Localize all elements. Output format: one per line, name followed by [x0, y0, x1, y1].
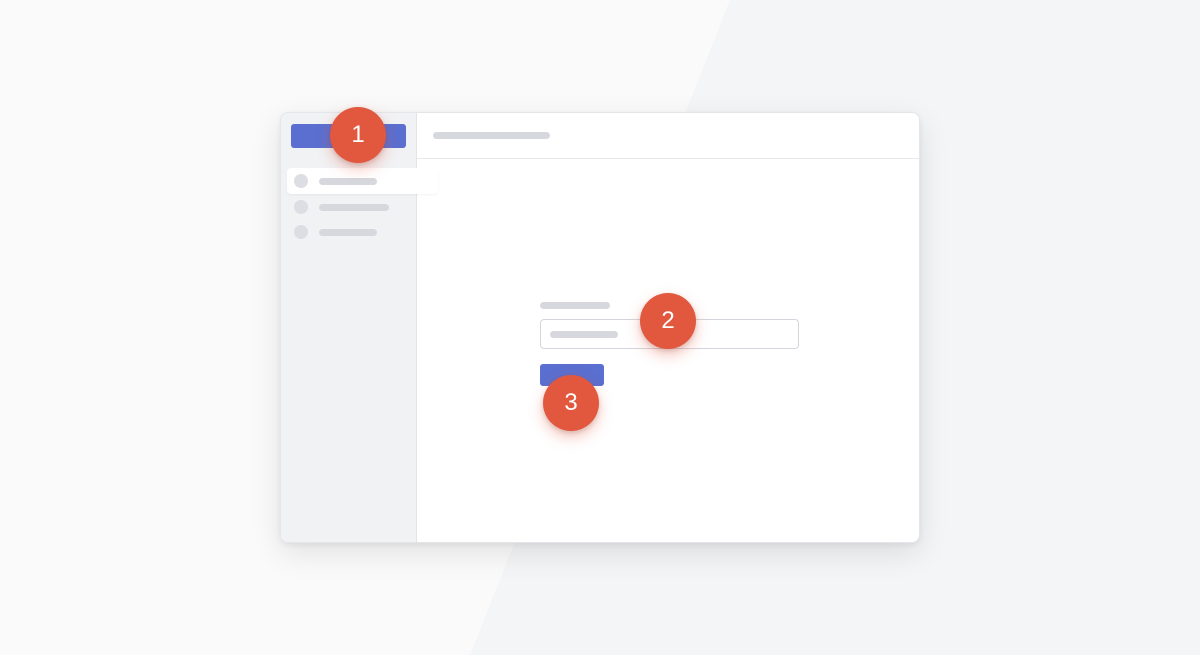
top-bar [417, 113, 919, 159]
step-badge-2: 2 [640, 293, 696, 349]
circle-icon [294, 174, 308, 188]
field-label-placeholder [540, 302, 610, 309]
circle-icon [294, 200, 308, 214]
sidebar-item-label-placeholder [319, 229, 377, 236]
sidebar-item-label-placeholder [319, 204, 389, 211]
step-badge-1: 1 [330, 107, 386, 163]
page-title-placeholder [433, 132, 550, 139]
circle-icon [294, 225, 308, 239]
input-placeholder [550, 331, 618, 338]
sidebar-item-label-placeholder [319, 178, 377, 185]
step-badge-3: 3 [543, 375, 599, 431]
sidebar-item-3[interactable] [287, 219, 438, 245]
sidebar [281, 113, 438, 542]
app-window [280, 112, 920, 543]
sidebar-item-2[interactable] [287, 194, 438, 220]
sidebar-item-1[interactable] [287, 168, 438, 194]
